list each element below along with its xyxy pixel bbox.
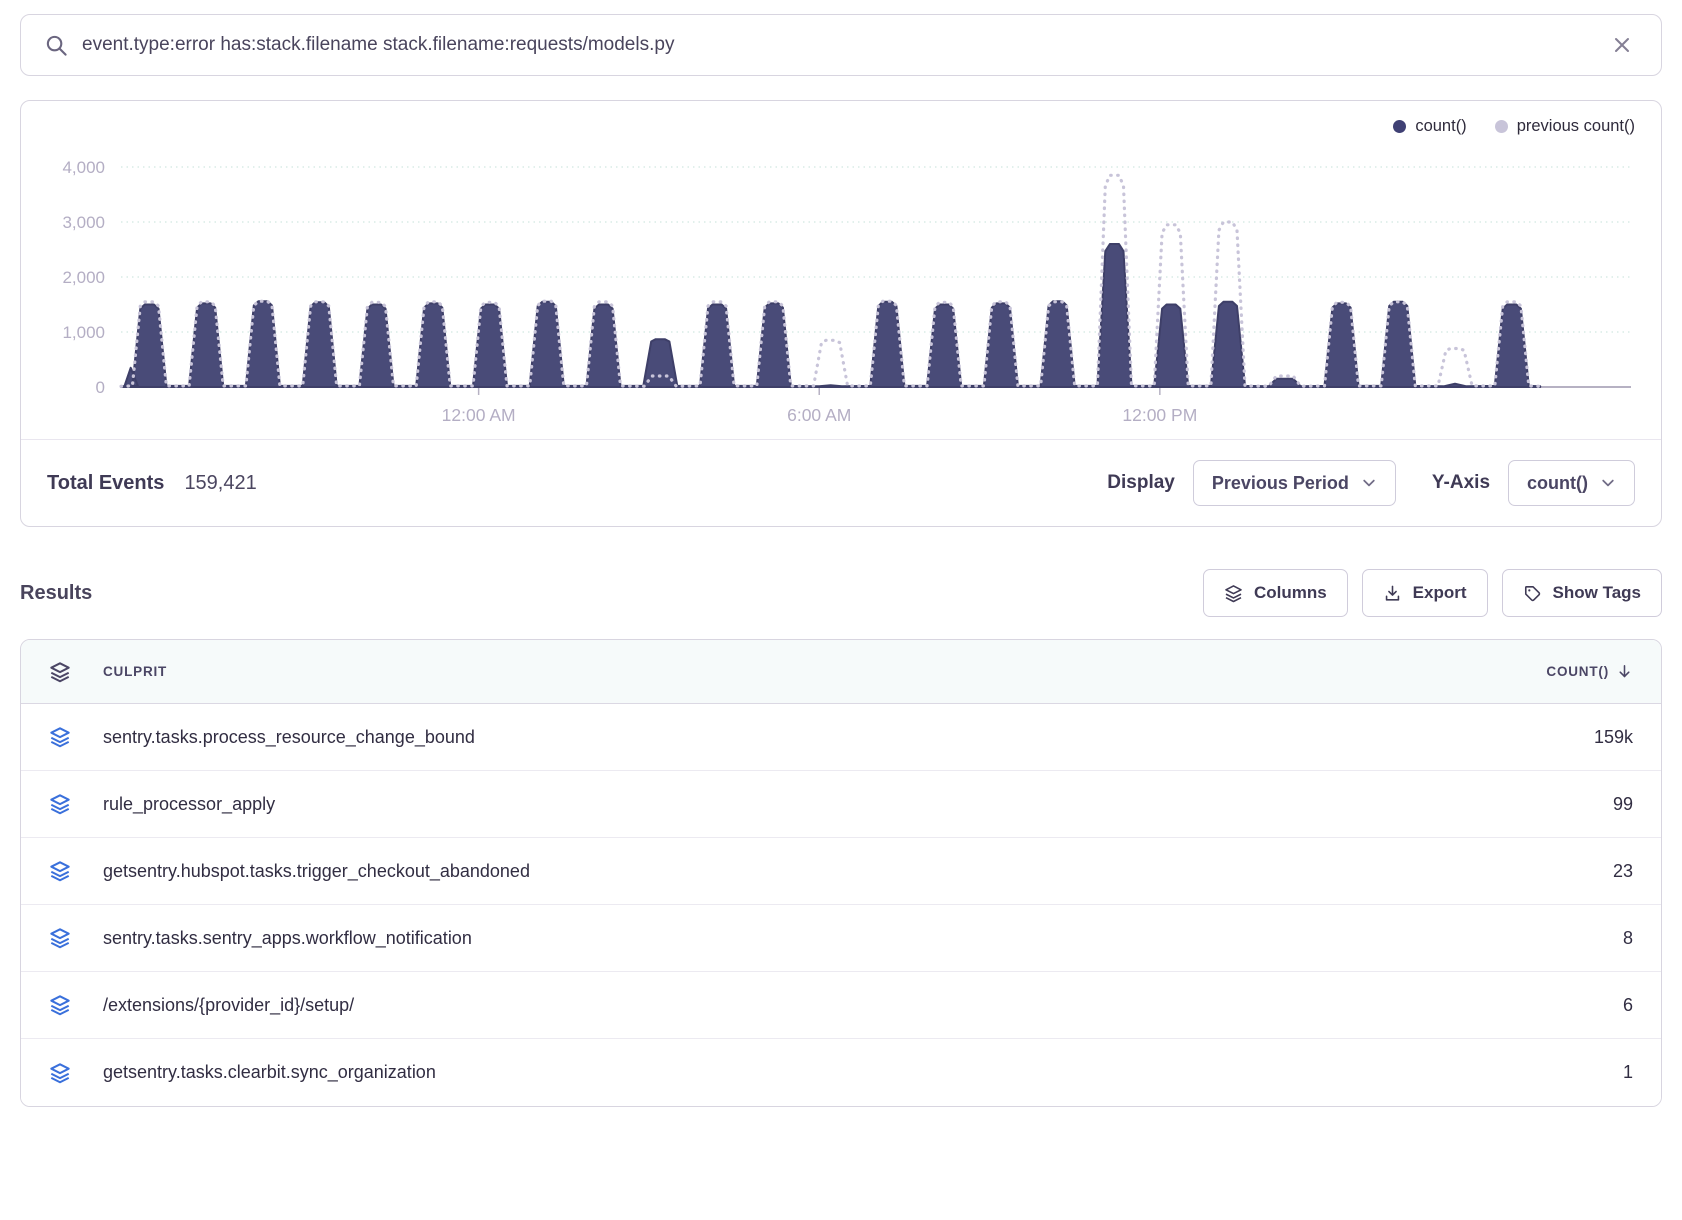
legend-item-count[interactable]: count() xyxy=(1393,117,1466,136)
download-icon xyxy=(1383,584,1402,603)
previous-count-series-dot xyxy=(1495,120,1508,133)
svg-text:6:00 AM: 6:00 AM xyxy=(787,405,851,425)
sort-desc-icon xyxy=(1616,663,1633,680)
svg-text:1,000: 1,000 xyxy=(62,323,105,342)
row-actions-layers-icon[interactable] xyxy=(49,994,71,1016)
count-cell: 8 xyxy=(1623,928,1633,949)
column-header-culprit[interactable]: CULPRIT xyxy=(103,664,167,679)
count-cell: 99 xyxy=(1613,794,1633,815)
table-row: getsentry.tasks.clearbit.sync_organizati… xyxy=(21,1039,1661,1106)
svg-text:2,000: 2,000 xyxy=(62,268,105,287)
events-time-series-chart[interactable]: 0 1,000 2,000 3,000 4,000 12:00 AM 6:00 AM 12:0… xyxy=(43,139,1639,439)
culprit-cell: getsentry.hubspot.tasks.trigger_checkout… xyxy=(103,861,530,882)
yaxis-select[interactable]: count() xyxy=(1508,460,1635,506)
table-body: sentry.tasks.process_resource_change_bou… xyxy=(21,704,1661,1106)
search-input[interactable] xyxy=(82,34,1593,56)
count-cell: 1 xyxy=(1623,1062,1633,1083)
legend-label: previous count() xyxy=(1517,117,1635,136)
svg-text:12:00 AM: 12:00 AM xyxy=(442,405,516,425)
table-row: rule_processor_apply 99 xyxy=(21,771,1661,838)
results-header: Results Columns Export xyxy=(20,569,1662,617)
culprit-cell: sentry.tasks.process_resource_change_bou… xyxy=(103,727,475,748)
legend-label: count() xyxy=(1415,117,1466,136)
table-header: CULPRIT COUNT() xyxy=(21,640,1661,704)
count-series-dot xyxy=(1393,120,1406,133)
tag-icon xyxy=(1523,584,1542,603)
events-chart-card: count() previous count() 0 1,000 2,000 3,00… xyxy=(20,100,1662,527)
column-header-count[interactable]: COUNT() xyxy=(1546,663,1633,680)
chevron-down-icon xyxy=(1361,475,1377,491)
table-row: sentry.tasks.process_resource_change_bou… xyxy=(21,704,1661,771)
culprit-cell: /extensions/{provider_id}/setup/ xyxy=(103,995,354,1016)
display-select[interactable]: Previous Period xyxy=(1193,460,1396,506)
row-actions-layers-icon[interactable] xyxy=(49,860,71,882)
results-title: Results xyxy=(20,582,92,605)
layers-icon[interactable] xyxy=(49,661,71,683)
svg-text:3,000: 3,000 xyxy=(62,213,105,232)
count-cell: 23 xyxy=(1613,861,1633,882)
total-events-value: 159,421 xyxy=(184,472,256,495)
table-row: /extensions/{provider_id}/setup/ 6 xyxy=(21,972,1661,1039)
culprit-cell: getsentry.tasks.clearbit.sync_organizati… xyxy=(103,1062,436,1083)
svg-text:12:00 PM: 12:00 PM xyxy=(1122,405,1197,425)
show-tags-button[interactable]: Show Tags xyxy=(1502,569,1662,617)
search-icon xyxy=(45,34,68,57)
chevron-down-icon xyxy=(1600,475,1616,491)
export-button[interactable]: Export xyxy=(1362,569,1488,617)
row-actions-layers-icon[interactable] xyxy=(49,927,71,949)
count-cell: 159k xyxy=(1594,727,1633,748)
search-bar xyxy=(20,14,1662,76)
legend-item-previous-count[interactable]: previous count() xyxy=(1495,117,1635,136)
total-events-label: Total Events xyxy=(47,472,164,495)
svg-text:0: 0 xyxy=(96,378,105,397)
row-actions-layers-icon[interactable] xyxy=(49,726,71,748)
count-cell: 6 xyxy=(1623,995,1633,1016)
row-actions-layers-icon[interactable] xyxy=(49,1062,71,1084)
svg-text:4,000: 4,000 xyxy=(62,158,105,177)
chart-legend: count() previous count() xyxy=(21,101,1661,139)
columns-button[interactable]: Columns xyxy=(1203,569,1348,617)
discover-page: count() previous count() 0 1,000 2,000 3,00… xyxy=(0,0,1682,1220)
table-row: getsentry.hubspot.tasks.trigger_checkout… xyxy=(21,838,1661,905)
layers-icon xyxy=(1224,584,1243,603)
table-row: sentry.tasks.sentry_apps.workflow_notifi… xyxy=(21,905,1661,972)
display-label: Display xyxy=(1107,472,1175,494)
row-actions-layers-icon[interactable] xyxy=(49,793,71,815)
culprit-cell: sentry.tasks.sentry_apps.workflow_notifi… xyxy=(103,928,472,949)
results-table: CULPRIT COUNT() sentry.tasks.process_res… xyxy=(20,639,1662,1107)
culprit-cell: rule_processor_apply xyxy=(103,794,275,815)
chart-footer: Total Events 159,421 Display Previous Pe… xyxy=(21,439,1661,526)
yaxis-label: Y-Axis xyxy=(1432,472,1490,494)
clear-search-icon[interactable] xyxy=(1607,30,1637,60)
